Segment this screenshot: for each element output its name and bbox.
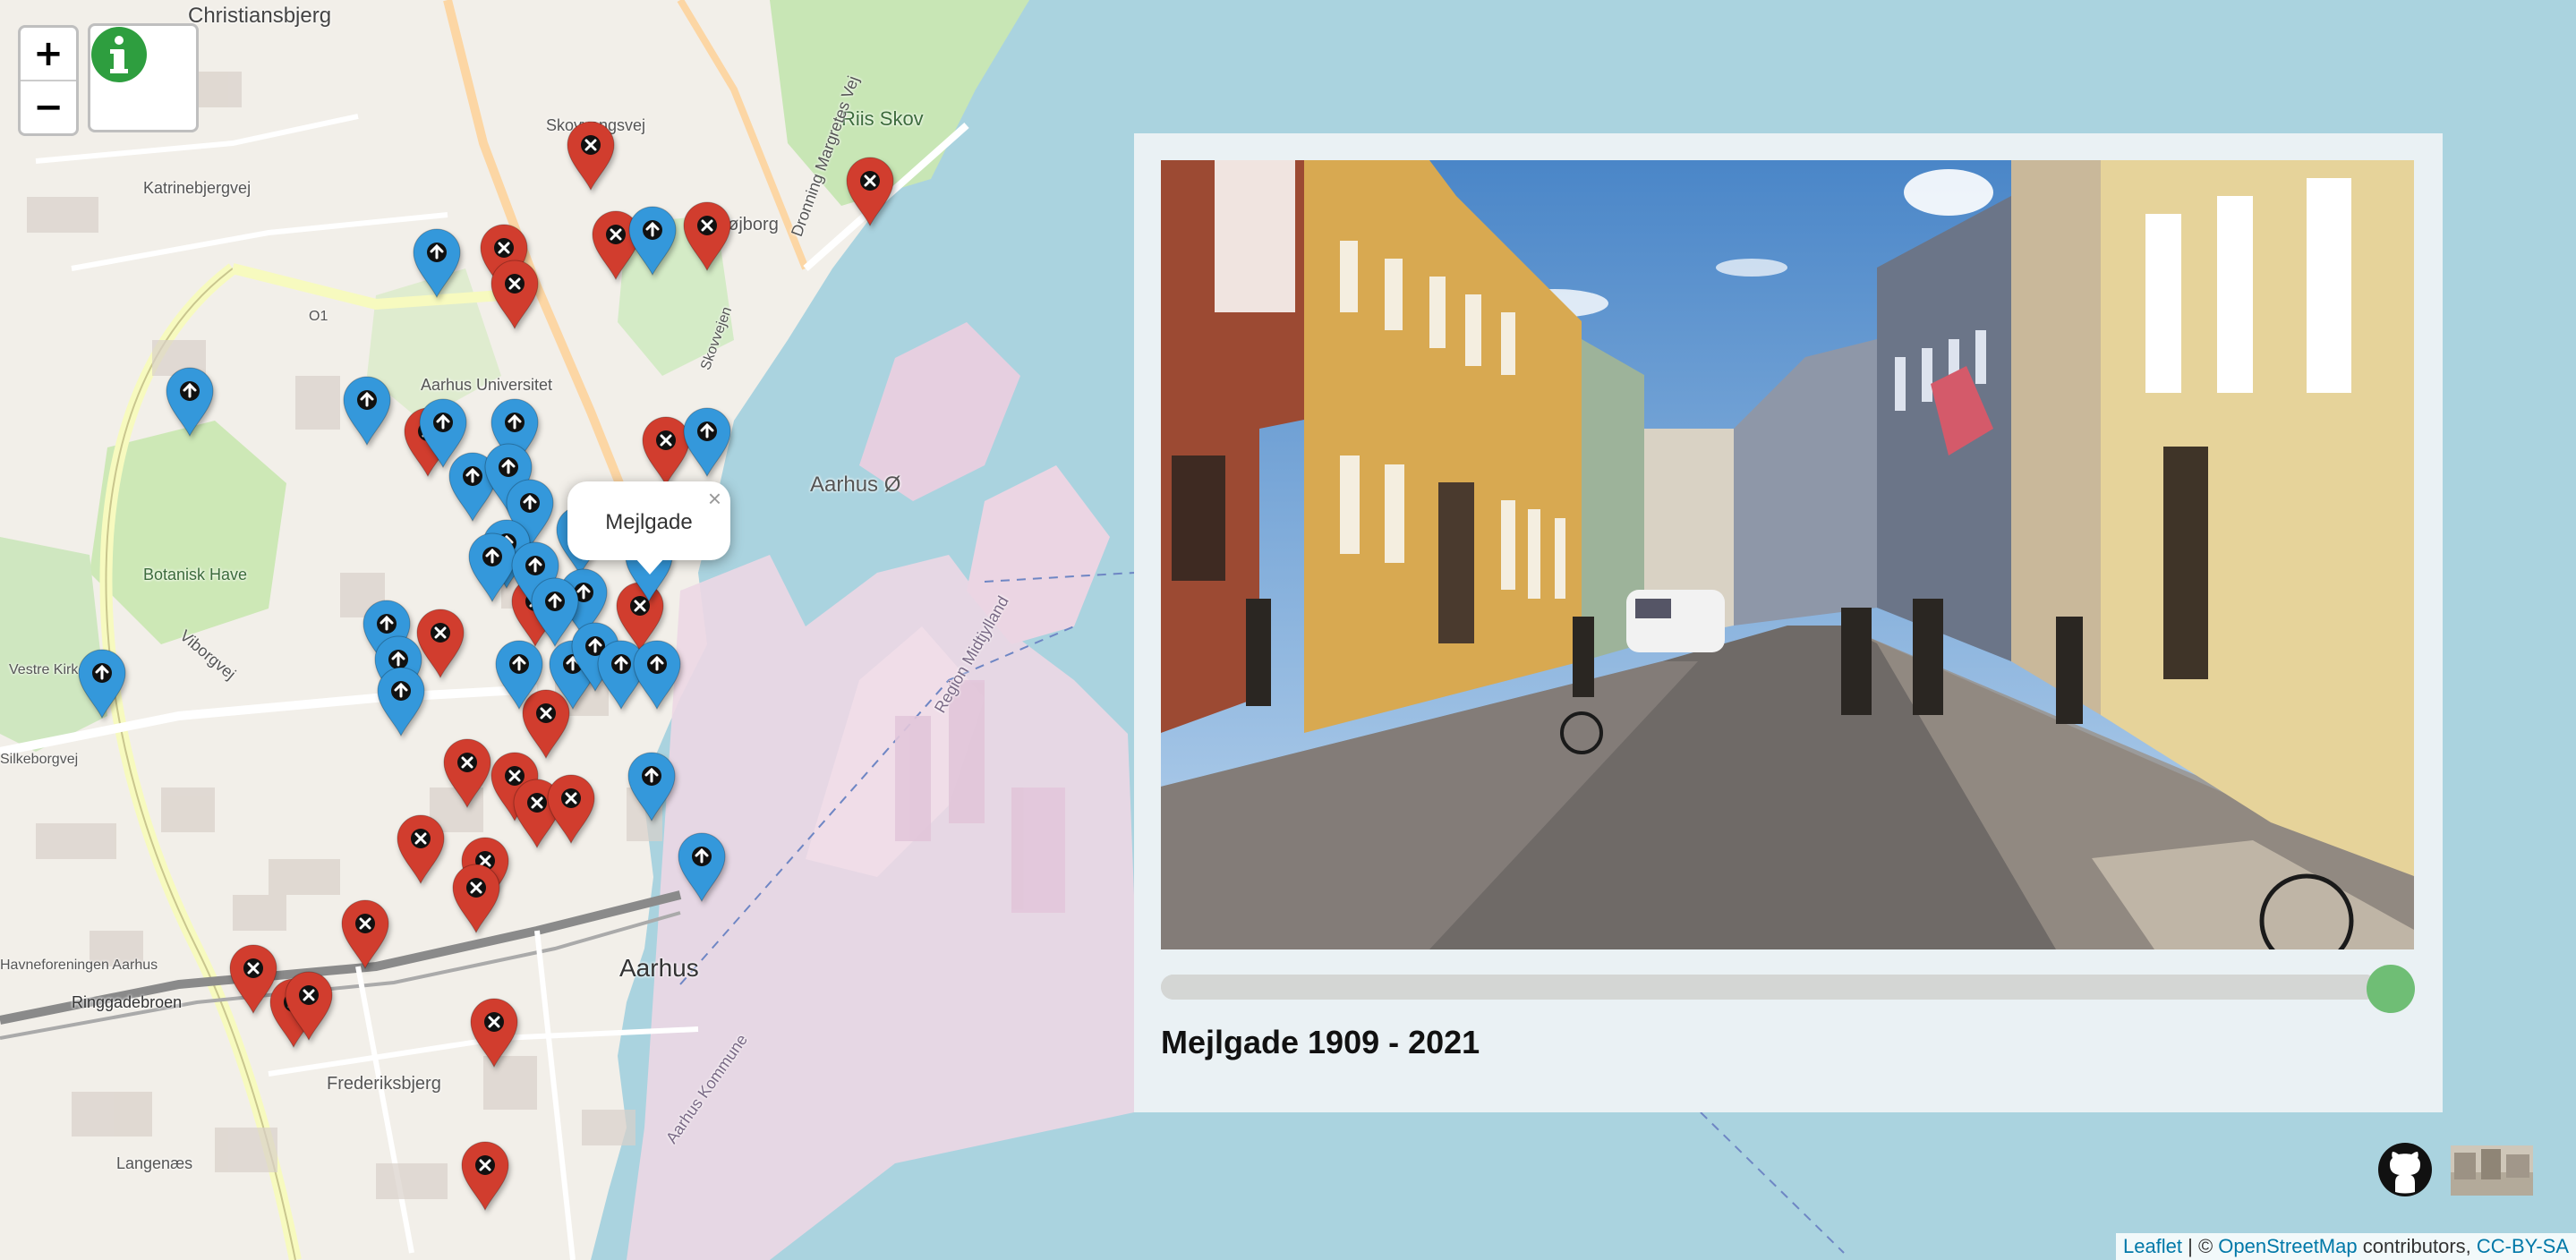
map-label: Katrinebjergvej (143, 179, 252, 197)
year-slider-track[interactable] (1161, 975, 2378, 1000)
popup-title: Mejlgade (605, 510, 693, 534)
red-marker[interactable] (440, 737, 494, 809)
github-icon (2378, 1143, 2432, 1196)
map-label: Aarhus Ø (810, 472, 901, 497)
map-label: Frederiksbjerg (327, 1074, 441, 1094)
map-label: Christiansbjerg (188, 4, 332, 28)
info-button[interactable] (88, 23, 199, 132)
blue-marker[interactable] (626, 205, 679, 277)
popup-close-button[interactable]: × (708, 485, 721, 513)
street-photo (1161, 160, 2414, 949)
zoom-in-button[interactable]: + (21, 28, 76, 80)
photo-panel: Mejlgade 1909 - 2021 (1134, 133, 2443, 1112)
red-marker[interactable] (449, 863, 503, 934)
license-link[interactable]: CC-BY-SA (2477, 1235, 2569, 1257)
historic-photo-image (2451, 1145, 2533, 1196)
red-marker[interactable] (394, 813, 448, 885)
red-marker[interactable] (544, 773, 598, 845)
photo-caption: Mejlgade 1909 - 2021 (1161, 1024, 1480, 1060)
blue-marker[interactable] (680, 406, 734, 478)
leaflet-link[interactable]: Leaflet (2123, 1235, 2182, 1257)
map-label: Langenæs (116, 1154, 193, 1172)
historic-photo-thumbnail[interactable] (2451, 1145, 2533, 1196)
github-link[interactable] (2377, 1142, 2433, 1197)
info-icon (91, 27, 147, 82)
blue-marker[interactable] (340, 375, 394, 447)
map-label: Aarhus Universitet (421, 376, 553, 394)
map-label: Botanisk Have (143, 566, 248, 583)
blue-marker[interactable] (675, 831, 729, 903)
zoom-control: + − (18, 25, 79, 136)
map-label: O1 (309, 309, 328, 324)
map-label: Aarhus (619, 954, 699, 982)
map-label: Ringgadebroen (72, 993, 183, 1011)
red-marker[interactable] (680, 200, 734, 272)
zoom-out-button[interactable]: − (21, 81, 76, 133)
attribution-sep: | © (2182, 1235, 2219, 1257)
red-marker[interactable] (282, 970, 336, 1042)
red-marker[interactable] (488, 259, 542, 330)
red-marker[interactable] (843, 156, 897, 227)
osm-link[interactable]: OpenStreetMap (2218, 1235, 2357, 1257)
blue-marker[interactable] (163, 366, 217, 438)
map-label: Riis Skov (841, 107, 924, 130)
blue-marker[interactable] (75, 648, 129, 719)
attribution-contributors: contributors, (2357, 1235, 2477, 1257)
red-marker[interactable] (338, 898, 392, 970)
blue-marker[interactable] (625, 751, 678, 822)
blue-marker[interactable] (374, 666, 428, 737)
street-photo-image (1161, 160, 2414, 949)
red-marker[interactable] (467, 997, 521, 1068)
map-label: Silkeborgvej (0, 752, 79, 767)
red-marker[interactable] (564, 120, 618, 192)
year-slider-handle[interactable] (2367, 965, 2415, 1013)
map-attribution: Leaflet | © OpenStreetMap contributors, … (2115, 1233, 2576, 1260)
blue-marker[interactable] (630, 639, 684, 711)
blue-marker[interactable] (492, 639, 546, 711)
map-label: Havneforeningen Aarhus (0, 958, 158, 973)
red-marker[interactable] (458, 1140, 512, 1212)
year-slider-fill (1161, 975, 2378, 1000)
popup-tip (635, 558, 664, 575)
blue-marker[interactable] (410, 227, 464, 299)
marker-popup: × Mejlgade (567, 481, 730, 575)
